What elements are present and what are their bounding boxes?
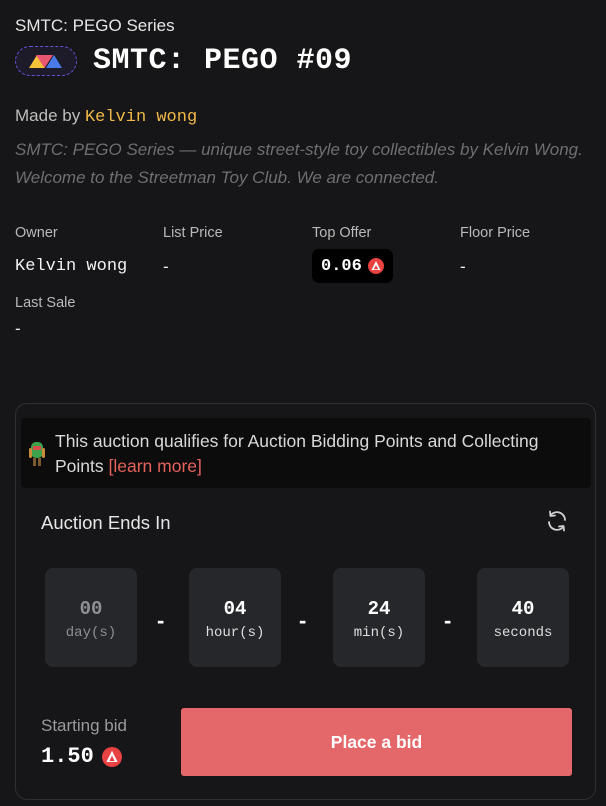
starting-bid: 1.50: [41, 744, 122, 769]
owner-label: Owner: [15, 225, 58, 241]
countdown-days-value: 00: [79, 598, 103, 620]
refresh-icon[interactable]: [545, 509, 569, 533]
list-price-label: List Price: [163, 225, 223, 241]
countdown-minutes-value: 24: [367, 598, 391, 620]
toy-icon: [29, 442, 45, 466]
avax-icon: [101, 746, 122, 767]
countdown-hours-value: 04: [223, 598, 247, 620]
floor-price-label: Floor Price: [460, 225, 531, 241]
countdown-hours-unit: hour(s): [205, 625, 265, 641]
triangle-badge-icon[interactable]: [15, 46, 77, 76]
countdown-seconds-unit: seconds: [493, 625, 553, 641]
countdown-days-unit: day(s): [65, 625, 117, 641]
owner-value[interactable]: Kelvin wong: [15, 257, 127, 276]
creator-link[interactable]: Kelvin wong: [85, 108, 197, 127]
countdown-minutes-unit: min(s): [353, 625, 405, 641]
made-by-label: Made by: [15, 106, 81, 125]
top-offer-label: Top Offer: [312, 225, 372, 241]
description: SMTC: PEGO Series — unique street-style …: [15, 140, 583, 187]
starting-bid-value: 1.50: [41, 744, 94, 769]
made-by: Made by Kelvin wong: [15, 106, 197, 127]
place-bid-button[interactable]: Place a bid: [181, 708, 572, 776]
auction-ends-label: Auction Ends In: [41, 512, 171, 533]
notice-text: This auction qualifies for Auction Biddi…: [55, 429, 575, 479]
countdown-hours: 04 hour(s): [189, 568, 281, 667]
starting-bid-label: Starting bid: [41, 716, 127, 735]
countdown-seconds: 40 seconds: [477, 568, 569, 667]
top-offer-pill: 0.06: [312, 249, 393, 283]
countdown-seconds-value: 40: [511, 598, 535, 620]
countdown-days: 00 day(s): [45, 568, 137, 667]
countdown-minutes: 24 min(s): [333, 568, 425, 667]
auction-points-notice: This auction qualifies for Auction Biddi…: [21, 418, 591, 488]
countdown-separator: -: [157, 608, 165, 633]
series-name[interactable]: SMTC: PEGO Series: [15, 16, 175, 36]
floor-price-value: -: [460, 257, 466, 276]
avax-icon: [367, 258, 384, 274]
learn-more-link[interactable]: [learn more]: [109, 456, 202, 476]
page-title: SMTC: PEGO #09: [93, 44, 353, 78]
list-price-value: -: [163, 257, 169, 276]
countdown-separator: -: [444, 608, 452, 633]
last-sale-label: Last Sale: [15, 295, 76, 311]
last-sale-value: -: [15, 319, 21, 338]
top-offer-value: 0.06: [321, 256, 362, 276]
title-row: SMTC: PEGO #09: [15, 44, 352, 78]
countdown-separator: -: [299, 608, 307, 633]
